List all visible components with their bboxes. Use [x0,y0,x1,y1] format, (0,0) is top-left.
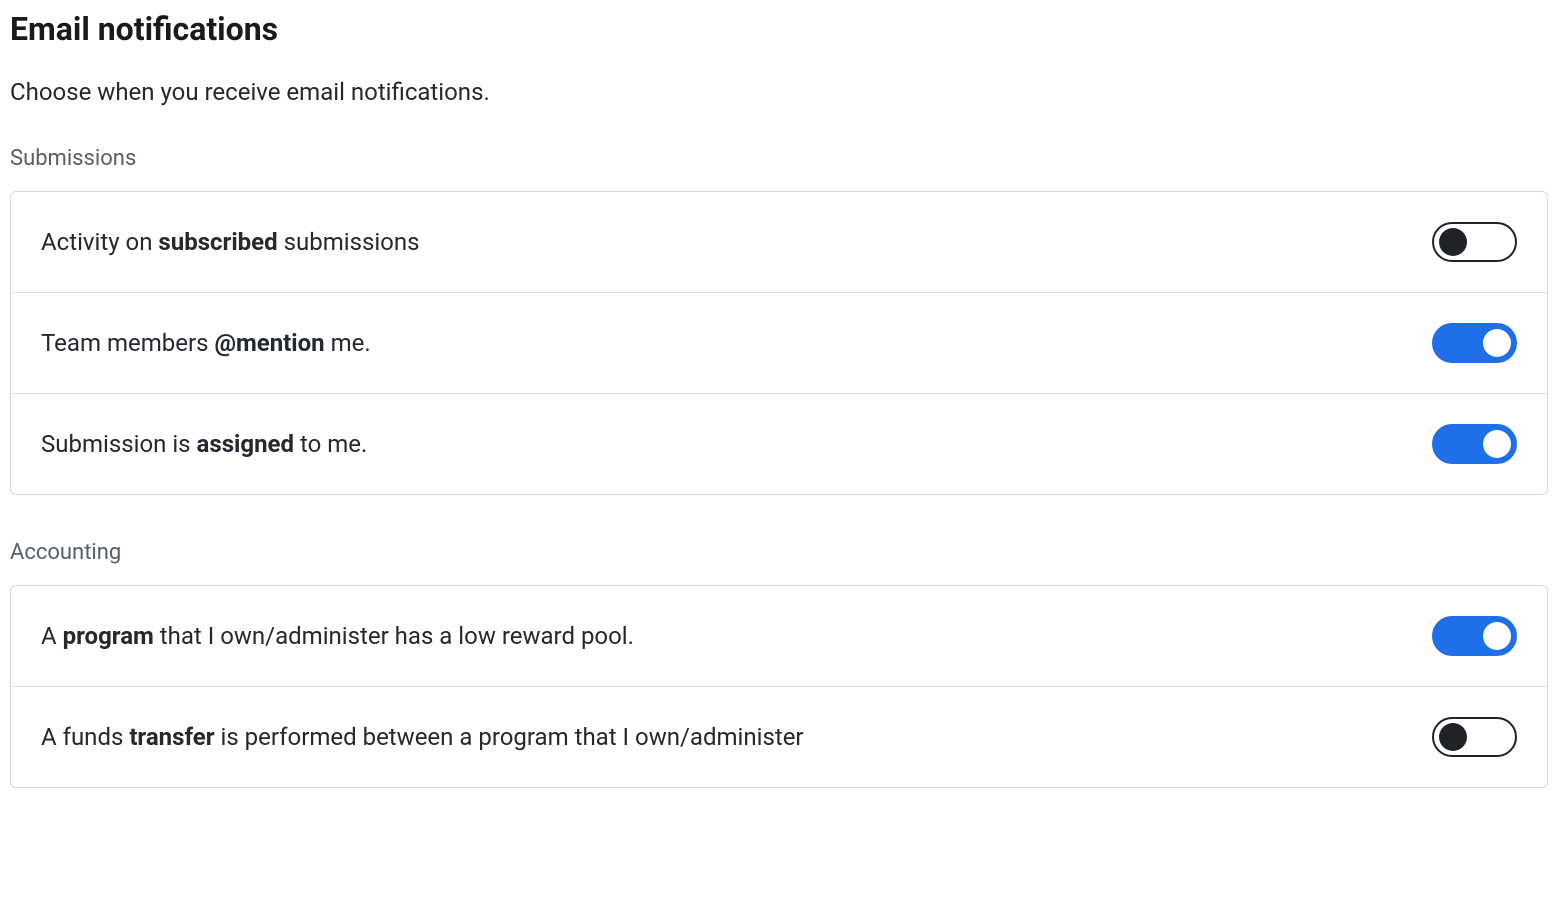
setting-row: Submission is assigned to me. [11,394,1547,494]
toggle-funds-transfer[interactable] [1432,717,1517,757]
toggle-knob [1439,723,1467,751]
settings-group: Activity on subscribed submissions Team m… [10,191,1548,495]
setting-label: A funds transfer is performed between a … [41,723,804,751]
setting-label: Team members @mention me. [41,329,371,357]
settings-group: A program that I own/administer has a lo… [10,585,1548,788]
setting-row: Team members @mention me. [11,293,1547,394]
toggle-knob [1483,622,1511,650]
section-header: Accounting [10,540,1548,565]
toggle-knob [1483,430,1511,458]
toggle-submission-assigned[interactable] [1432,424,1517,464]
toggle-program-low-reward[interactable] [1432,616,1517,656]
setting-label: Submission is assigned to me. [41,430,367,458]
toggle-team-mention[interactable] [1432,323,1517,363]
setting-row: Activity on subscribed submissions [11,192,1547,293]
toggle-knob [1483,329,1511,357]
setting-label: Activity on subscribed submissions [41,228,420,256]
page-subtitle: Choose when you receive email notificati… [10,78,1548,106]
toggle-activity-subscribed[interactable] [1432,222,1517,262]
page-title: Email notifications [10,10,1548,48]
setting-row: A program that I own/administer has a lo… [11,586,1547,687]
toggle-knob [1439,228,1467,256]
setting-row: A funds transfer is performed between a … [11,687,1547,787]
section-header: Submissions [10,146,1548,171]
setting-label: A program that I own/administer has a lo… [41,622,634,650]
